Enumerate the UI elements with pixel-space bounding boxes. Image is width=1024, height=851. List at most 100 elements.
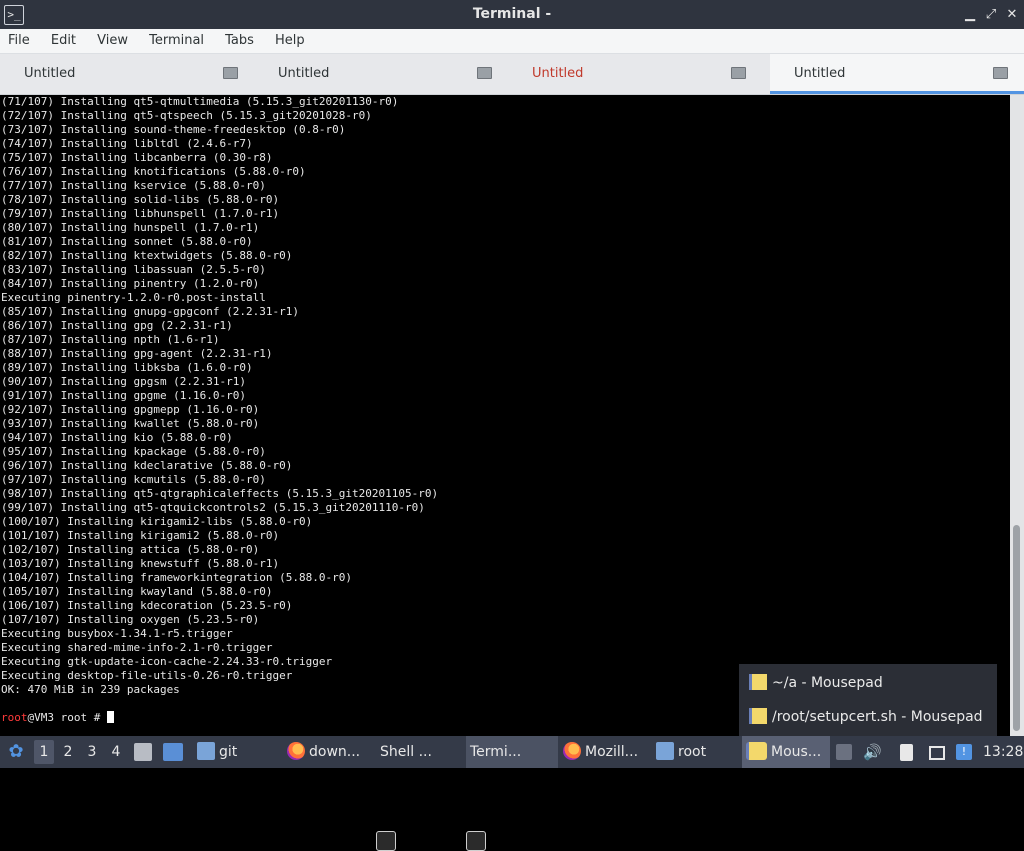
terminal-line: (79/107) Installing libhunspell (1.7.0-r… [1,207,280,220]
taskbar-window-shell[interactable]: Shell ... [376,736,464,851]
taskbar-item-label: root [678,744,707,760]
terminal-line: (103/107) Installing knewstuff (5.88.0-r… [1,557,280,570]
tab-close-icon[interactable] [731,67,746,79]
tab-untitled-1[interactable]: Untitled [0,54,254,94]
taskbar-window-firefox-downloads[interactable]: down... [283,736,373,768]
popup-item-mousepad-setupcert[interactable]: /root/setupcert.sh - Mousepad [749,705,983,729]
terminal-line: (105/107) Installing kwayland (5.88.0-r0… [1,585,273,598]
show-desktop-icon[interactable] [163,743,183,761]
terminal-line: (107/107) Installing oxygen (5.23.5-r0) [1,613,260,626]
popup-item-label: /root/setupcert.sh - Mousepad [772,709,983,725]
terminal-line: (81/107) Installing sonnet (5.88.0-r0) [1,235,253,248]
workspace-4[interactable]: 4 [106,740,126,764]
terminal-line: (94/107) Installing kio (5.88.0-r0) [1,431,233,444]
maximize-button[interactable]: ⤢ [982,6,1000,24]
tab-untitled-4[interactable]: Untitled [770,54,1024,94]
workspace-1[interactable]: 1 [34,740,54,764]
taskbar-item-label: Mozill... [585,744,639,760]
terminal-line: (97/107) Installing kcmutils (5.88.0-r0) [1,473,266,486]
taskbar-item-label: Termi... [470,744,522,760]
menu-edit[interactable]: Edit [43,29,84,53]
network-icon[interactable] [929,746,945,760]
tab-close-icon[interactable] [993,67,1008,79]
shell-prompt: root@VM3 root # [1,711,114,725]
tab-untitled-3[interactable]: Untitled [508,54,762,94]
terminal-line: (106/107) Installing kdecoration (5.23.5… [1,599,293,612]
terminal-line: (83/107) Installing libassuan (2.5.5-r0) [1,263,266,276]
terminal-line: (90/107) Installing gpgsm (2.2.31-r1) [1,375,247,388]
prompt-user: root [1,711,28,724]
taskbar-launcher-git[interactable]: git [193,736,277,768]
menu-view[interactable]: View [89,29,136,53]
clipboard-tray-icon[interactable] [836,744,852,760]
terminal-line: (89/107) Installing libksba (1.6.0-r0) [1,361,253,374]
window-title: Terminal - [472,6,552,22]
tab-label: Untitled [278,66,330,81]
terminal-line: Executing shared-mime-info-2.1-r0.trigge… [1,641,273,654]
terminal-line: (93/107) Installing kwallet (5.88.0-r0) [1,417,260,430]
scrollbar-thumb[interactable] [1013,525,1020,731]
taskbar-window-root[interactable]: root [652,736,740,768]
workspace-2[interactable]: 2 [58,740,78,764]
tab-label: Untitled [532,66,584,81]
terminal-icon [376,831,396,851]
taskbar-group-popup: ~/a - Mousepad /root/setupcert.sh - Mous… [739,664,997,736]
text-cursor [106,711,114,723]
tab-label: Untitled [794,66,846,81]
folder-icon [656,742,674,760]
tab-untitled-2[interactable]: Untitled [254,54,508,94]
terminal-line: (73/107) Installing sound-theme-freedesk… [1,123,346,136]
terminal-line: (101/107) Installing kirigami2 (5.88.0-r… [1,529,280,542]
terminal-line: (78/107) Installing solid-libs (5.88.0-r… [1,193,280,206]
terminal-line: (71/107) Installing qt5-qtmultimedia (5.… [1,95,399,108]
terminal-line: (98/107) Installing qt5-qtgraphicaleffec… [1,487,439,500]
tab-bar: Untitled Untitled Untitled Untitled [0,54,1024,95]
terminal-line: (99/107) Installing qt5-qtquickcontrols2… [1,501,425,514]
popup-item-label: ~/a - Mousepad [772,675,883,691]
terminal-line: (91/107) Installing gpgme (1.16.0-r0) [1,389,247,402]
menu-terminal[interactable]: Terminal [141,29,212,53]
prompt-host: @VM3 root # [27,711,107,724]
volume-icon[interactable]: 🔊 [863,744,882,760]
terminal-line: (75/107) Installing libcanberra (0.30-r8… [1,151,273,164]
taskbar-window-terminal[interactable]: Termi... [466,736,558,851]
taskbar-item-label: Mous... [771,744,822,760]
start-menu-icon[interactable]: ✿ [5,741,27,763]
tab-close-icon[interactable] [477,67,492,79]
notepad-icon [746,742,767,760]
terminal-line: (104/107) Installing frameworkintegratio… [1,571,352,584]
notes-tray-icon[interactable] [900,744,913,761]
notepad-icon [749,708,767,724]
taskbar-item-label: git [219,744,238,760]
menu-help[interactable]: Help [267,29,313,53]
taskbar-window-mousepad[interactable]: Mous... [742,736,830,768]
workspace-3[interactable]: 3 [82,740,102,764]
tab-label: Untitled [24,66,76,81]
terminal-output[interactable]: (71/107) Installing qt5-qtmultimedia (5.… [0,95,1010,736]
terminal-line: (84/107) Installing pinentry (1.2.0-r0) [1,277,260,290]
terminal-line: Executing pinentry-1.2.0-r0.post-install [1,291,266,304]
terminal-line: (77/107) Installing kservice (5.88.0-r0) [1,179,266,192]
terminal-line: (95/107) Installing kpackage (5.88.0-r0) [1,445,266,458]
minimize-button[interactable]: ▁ [961,6,979,24]
terminal-line: (88/107) Installing gpg-agent (2.2.31-r1… [1,347,273,360]
taskbar-window-mozilla[interactable]: Mozill... [559,736,649,768]
terminal-scrollbar[interactable] [1010,95,1024,736]
terminal-line: Executing busybox-1.34.1-r5.trigger [1,627,233,640]
terminal-window: >_ Terminal - ▁ ⤢ ✕ File Edit View Termi… [0,0,1024,736]
menu-file[interactable]: File [0,29,38,53]
terminal-line: (102/107) Installing attica (5.88.0-r0) [1,543,260,556]
close-button[interactable]: ✕ [1003,6,1021,24]
terminal-line: (80/107) Installing hunspell (1.7.0-r1) [1,221,260,234]
firefox-icon [563,742,581,760]
popup-item-mousepad-a[interactable]: ~/a - Mousepad [749,671,883,695]
title-bar: >_ Terminal - ▁ ⤢ ✕ [0,0,1024,29]
file-manager-launcher-icon[interactable] [134,743,152,761]
notification-icon[interactable]: ! [956,744,972,760]
clock[interactable]: 13:28 [983,736,1023,768]
notepad-icon [749,674,767,690]
tab-close-icon[interactable] [223,67,238,79]
menu-tabs[interactable]: Tabs [217,29,262,53]
taskbar-item-label: down... [309,744,361,760]
terminal-line: (72/107) Installing qt5-qtspeech (5.15.3… [1,109,372,122]
